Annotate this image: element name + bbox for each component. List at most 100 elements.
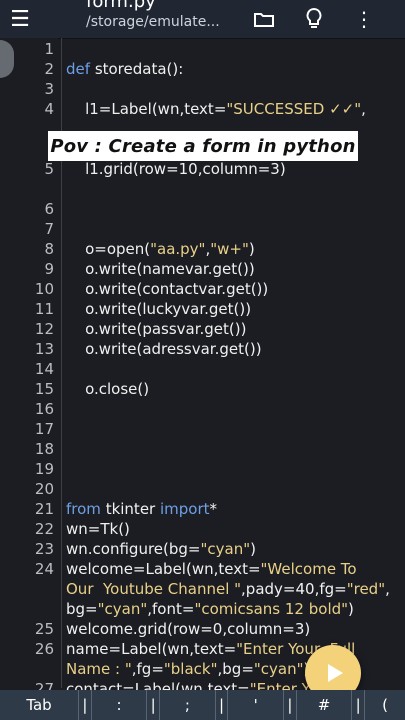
code-token: "comicsans 12 bold" — [194, 600, 349, 618]
code-token: ) — [348, 600, 354, 618]
line-number: 5 — [44, 160, 54, 178]
code-line[interactable]: o.write(passvar.get()) — [66, 320, 246, 338]
line-number: 4 — [44, 100, 54, 118]
code-line[interactable]: o=open("aa.py","w+") — [66, 240, 255, 258]
code-token: l1=Label(wn,text= — [66, 100, 227, 118]
code-line[interactable]: o.write(contactvar.get()) — [66, 280, 268, 298]
line-number: 8 — [44, 240, 54, 258]
code-token: o.write(contactvar.get()) — [66, 280, 269, 298]
line-number: 9 — [44, 260, 54, 278]
file-title-block: form.py /storage/emulate... — [86, 0, 220, 32]
code-token: welcome=Label(wn,text= — [66, 560, 261, 578]
line-number: 16 — [34, 400, 54, 418]
code-token: ,fg= — [131, 660, 164, 678]
code-token: o=open( — [66, 240, 151, 258]
extra-keys-bar: Tab |: |; | ' | # |( — [0, 690, 405, 720]
code-token: "aa.py" — [150, 240, 206, 258]
extra-key[interactable]: | — [283, 690, 296, 720]
line-number: 25 — [34, 620, 54, 638]
code-token: , — [361, 100, 366, 118]
code-token: tkinter — [100, 500, 160, 518]
code-token: ,bg= — [217, 660, 254, 678]
code-line[interactable]: o.write(namevar.get()) — [66, 260, 255, 278]
more-options-icon[interactable]: ⋮ — [344, 0, 384, 38]
extra-key[interactable]: | — [78, 690, 91, 720]
code-token: , — [385, 580, 390, 598]
code-line[interactable]: l1.grid(row=10,column=3) — [66, 160, 286, 178]
line-number: 12 — [34, 320, 54, 338]
line-number: 2 — [44, 60, 54, 78]
line-number: 26 — [34, 640, 54, 658]
code-token: "w+" — [210, 240, 249, 258]
code-token: Our Youtube Channel " — [66, 580, 242, 598]
line-number: 10 — [34, 280, 54, 298]
code-line[interactable]: bg="cyan",font="comicsans 12 bold") — [66, 600, 354, 618]
code-token: ✓✓" — [329, 100, 362, 118]
line-number: 7 — [44, 220, 54, 238]
code-line[interactable]: def storedata(): — [66, 60, 183, 78]
code-token: o.write(adressvar.get()) — [66, 340, 262, 358]
extra-key[interactable]: Tab — [0, 690, 78, 720]
code-line[interactable]: o.write(adressvar.get()) — [66, 340, 262, 358]
line-number: 23 — [34, 540, 54, 558]
code-line[interactable]: o.write(luckyvar.get()) — [66, 300, 251, 318]
code-token: welcome.grid(row=0,column=3) — [66, 620, 311, 638]
extra-key[interactable]: | — [214, 690, 228, 720]
code-line[interactable]: Name : ",fg="black",bg="cyan") — [66, 660, 309, 678]
code-line[interactable]: Our Youtube Channel ",pady=40,fg="red", — [66, 580, 390, 598]
code-token: storedata(): — [94, 60, 184, 78]
code-token: wn.configure(bg= — [66, 540, 201, 558]
code-line[interactable]: welcome.grid(row=0,column=3) — [66, 620, 310, 638]
file-name: form.py — [86, 0, 156, 12]
line-number: 1 — [44, 40, 54, 58]
code-token: "SUCCESSED — [226, 100, 330, 118]
code-token: o.close() — [66, 380, 150, 398]
code-token: "red" — [346, 580, 386, 598]
line-number: 19 — [34, 460, 54, 478]
code-line[interactable]: wn.configure(bg="cyan") — [66, 540, 256, 558]
code-token: def — [66, 60, 95, 78]
folder-icon[interactable] — [244, 0, 284, 38]
code-line[interactable]: l1=Label(wn,text="SUCCESSED ✓✓", — [66, 100, 366, 118]
code-token: bg= — [66, 600, 98, 618]
extra-key[interactable]: ( — [364, 690, 405, 720]
line-number: 11 — [34, 300, 54, 318]
extra-key[interactable]: # — [295, 690, 352, 720]
code-line[interactable]: o.close() — [66, 380, 149, 398]
code-line[interactable]: welcome=Label(wn,text="Welcome To — [66, 560, 357, 578]
code-line[interactable]: from tkinter import* — [66, 500, 217, 518]
line-number: 13 — [34, 340, 54, 358]
code-token: Name : " — [66, 660, 132, 678]
line-number: 17 — [34, 420, 54, 438]
code-token: wn=Tk() — [66, 520, 130, 538]
code-token: "cyan" — [97, 600, 148, 618]
lightbulb-icon[interactable] — [294, 0, 334, 38]
line-number: 14 — [34, 360, 54, 378]
code-token: o.write(passvar.get()) — [66, 320, 247, 338]
extra-key[interactable]: ; — [159, 690, 215, 720]
line-number: 3 — [44, 80, 54, 98]
code-token: ,font= — [147, 600, 195, 618]
code-token: o.write(luckyvar.get()) — [66, 300, 252, 318]
line-number: 21 — [34, 500, 54, 518]
extra-key[interactable]: | — [146, 690, 159, 720]
hamburger-menu-icon[interactable]: ☰ — [0, 0, 40, 38]
app-bar: ☰ form.py /storage/emulate... ⋮ — [0, 0, 405, 38]
extra-key[interactable]: | — [351, 690, 364, 720]
code-token: from — [66, 500, 101, 518]
line-number: 18 — [34, 440, 54, 458]
video-caption: Pov : Create a form in python — [48, 131, 358, 161]
extra-key[interactable]: : — [90, 690, 147, 720]
play-icon — [327, 664, 343, 682]
code-token: import — [159, 500, 210, 518]
code-token: "cyan" — [253, 660, 304, 678]
line-number: 6 — [44, 200, 54, 218]
code-token: name=Label(wn,text= — [66, 640, 237, 658]
code-token: ,pady=40,fg= — [241, 580, 347, 598]
line-number: 24 — [34, 560, 54, 578]
code-token: "Welcome To — [260, 560, 357, 578]
extra-key[interactable]: ' — [227, 690, 283, 720]
line-number: 20 — [34, 480, 54, 498]
code-token: ) — [250, 540, 256, 558]
code-line[interactable]: wn=Tk() — [66, 520, 130, 538]
